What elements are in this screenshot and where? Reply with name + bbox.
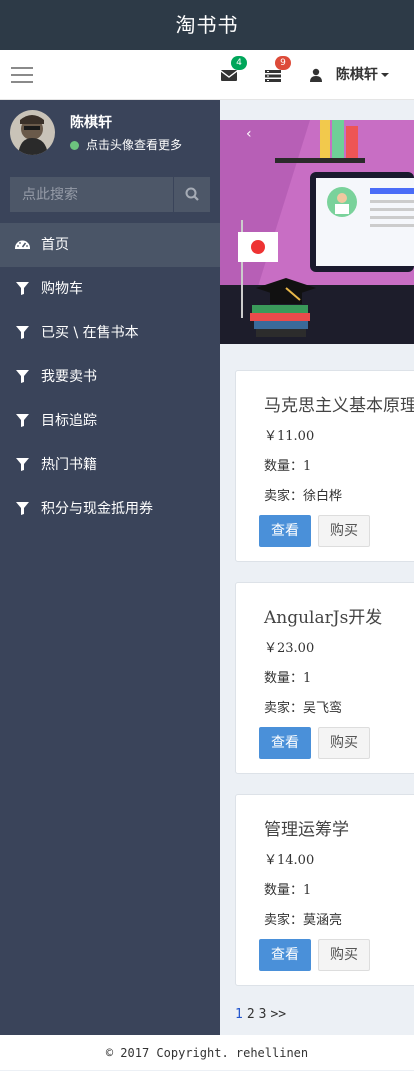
- svg-text:‹: ‹: [246, 126, 252, 142]
- user-icon: [310, 68, 322, 82]
- sidebar-item-cart[interactable]: 购物车: [0, 267, 220, 311]
- sidebar: 陈棋轩 点击头像查看更多 首页 购物车 已买 \ 在售书本 我要卖书 目标追踪: [0, 100, 220, 1035]
- page-next-link[interactable]: >>: [270, 1007, 286, 1022]
- sidebar-search: [10, 177, 210, 212]
- sidebar-item-popular-books[interactable]: 热门书籍: [0, 443, 220, 487]
- book-title: 马克思主义基本原理: [264, 396, 414, 416]
- caret-down-icon: [380, 73, 389, 77]
- user-status: 点击头像查看更多: [70, 136, 182, 153]
- page-link-3[interactable]: 3: [259, 1007, 267, 1022]
- sidebar-item-target-tracking[interactable]: 目标追踪: [0, 399, 220, 443]
- book-card: 管理运筹学 ￥14.00 数量：1 卖家：莫涵亮 查看 购买: [235, 794, 414, 986]
- buy-button[interactable]: 购买: [318, 939, 370, 971]
- book-title: 管理运筹学: [264, 820, 349, 840]
- avatar[interactable]: [10, 110, 55, 155]
- sidebar-item-points-vouchers[interactable]: 积分与现金抵用券: [0, 487, 220, 531]
- filter-icon: [16, 282, 29, 295]
- navbar-user-name: 陈棋轩: [335, 67, 378, 83]
- app-title: 淘书书: [175, 13, 239, 37]
- app-title-bar: 淘书书: [0, 0, 414, 50]
- view-button[interactable]: 查看: [259, 515, 311, 547]
- mail-icon[interactable]: 4: [220, 56, 247, 84]
- search-input[interactable]: [10, 177, 173, 212]
- book-price: ￥14.00: [264, 853, 315, 868]
- sidebar-item-label: 热门书籍: [41, 457, 97, 473]
- book-price: ￥23.00: [264, 641, 315, 656]
- filter-icon: [16, 326, 29, 339]
- page-link-1[interactable]: 1: [235, 1007, 243, 1022]
- book-price: ￥11.00: [264, 429, 315, 444]
- filter-icon: [16, 458, 29, 471]
- book-card: 马克思主义基本原理 ￥11.00 数量：1 卖家：徐白桦 查看 购买: [235, 370, 414, 562]
- filter-icon: [16, 502, 29, 515]
- sidebar-item-my-books[interactable]: 已买 \ 在售书本: [0, 311, 220, 355]
- view-button[interactable]: 查看: [259, 727, 311, 759]
- sidebar-user-name: 陈棋轩: [70, 115, 112, 131]
- filter-icon: [16, 414, 29, 427]
- user-status-text: 点击头像查看更多: [86, 138, 183, 152]
- book-quantity: 数量：1: [264, 883, 312, 898]
- top-navbar: 4 9 陈棋轩: [0, 50, 414, 100]
- online-status-dot-icon: [70, 141, 79, 150]
- copyright-text: © 2017 Copyright. rehellinen: [105, 1046, 309, 1060]
- buy-button[interactable]: 购买: [318, 515, 370, 547]
- page-link-2[interactable]: 2: [247, 1007, 255, 1022]
- book-card: AngularJs开发 ￥23.00 数量：1 卖家：吴飞鸾 查看 购买: [235, 582, 414, 774]
- book-seller: 卖家：徐白桦: [264, 489, 343, 504]
- pagination: 1 2 3 >>: [235, 1007, 290, 1022]
- tasks-icon[interactable]: 9: [265, 56, 291, 84]
- banner-image: ‹: [220, 120, 414, 344]
- sidebar-item-home[interactable]: 首页: [0, 223, 220, 267]
- book-quantity: 数量：1: [264, 459, 312, 474]
- footer: © 2017 Copyright. rehellinen: [0, 1035, 414, 1070]
- main-content: ‹ 马克思主义基本原理 ￥11.00 数量：1 卖家：徐白桦 查看 购买 Ang…: [220, 100, 414, 1035]
- search-icon: [185, 187, 199, 201]
- hamburger-menu-icon[interactable]: [11, 67, 33, 83]
- dashboard-icon: [15, 240, 30, 249]
- sidebar-item-label: 已买 \ 在售书本: [41, 325, 139, 341]
- banner-carousel: ‹: [220, 120, 414, 344]
- tasks-badge: 9: [275, 56, 291, 70]
- filter-icon: [16, 370, 29, 383]
- book-title: AngularJs开发: [264, 608, 383, 628]
- mail-badge: 4: [231, 56, 247, 70]
- sidebar-item-label: 目标追踪: [41, 413, 97, 429]
- sidebar-item-label: 购物车: [41, 281, 83, 297]
- sidebar-item-label: 积分与现金抵用券: [41, 501, 153, 517]
- sidebar-item-label: 首页: [41, 237, 69, 253]
- view-button[interactable]: 查看: [259, 939, 311, 971]
- user-dropdown[interactable]: 陈棋轩: [310, 50, 389, 100]
- search-button[interactable]: [174, 177, 210, 212]
- book-seller: 卖家：莫涵亮: [264, 913, 343, 928]
- book-seller: 卖家：吴飞鸾: [264, 701, 343, 716]
- sidebar-item-sell-book[interactable]: 我要卖书: [0, 355, 220, 399]
- sidebar-item-label: 我要卖书: [41, 369, 97, 385]
- book-quantity: 数量：1: [264, 671, 312, 686]
- buy-button[interactable]: 购买: [318, 727, 370, 759]
- sidebar-menu: 首页 购物车 已买 \ 在售书本 我要卖书 目标追踪 热门书籍 积分与现金抵用券: [0, 223, 220, 531]
